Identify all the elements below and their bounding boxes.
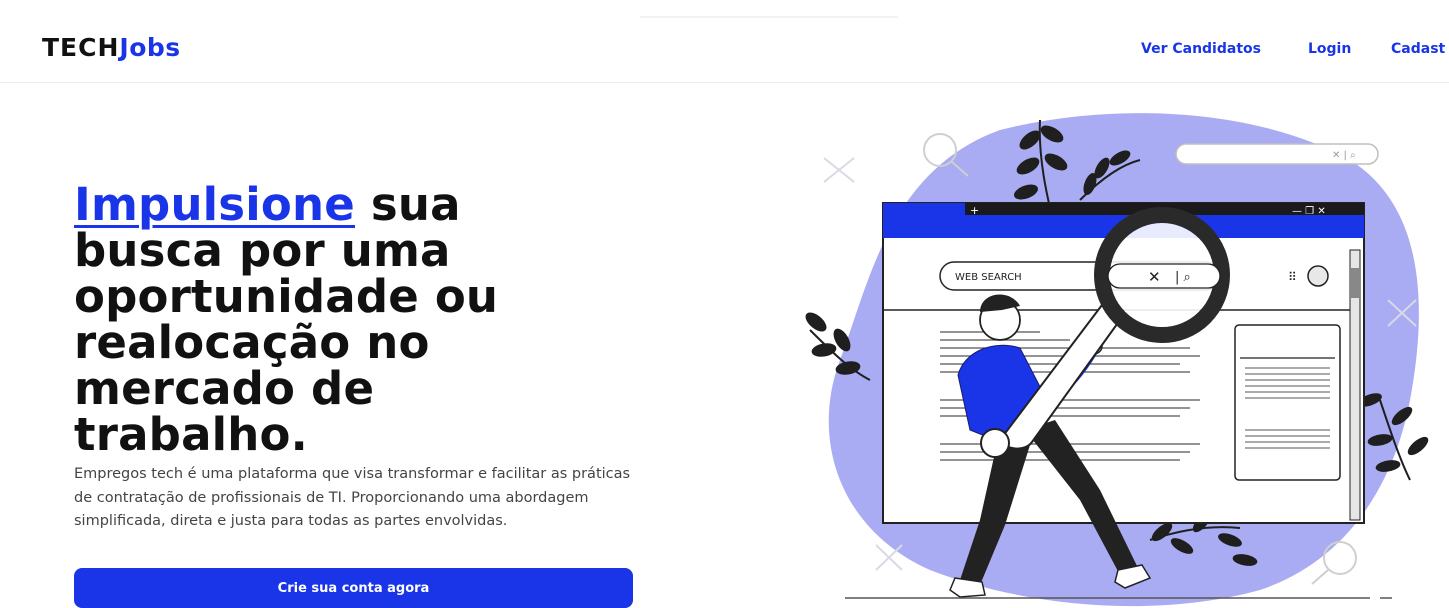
logo-jobs: Jobs xyxy=(119,33,181,62)
window-controls-icon: — ❐ ✕ xyxy=(1292,206,1326,217)
nav-login[interactable]: Login xyxy=(1308,40,1351,58)
lens-close-icon: ✕ xyxy=(1148,268,1161,286)
nav-ver-candidatos[interactable]: Ver Candidatos xyxy=(1141,40,1261,58)
logo-tech: TECH xyxy=(42,33,120,62)
site-header: TECHJobs Ver Candidatos Login Cadast xyxy=(0,0,1449,83)
create-account-button[interactable]: Crie sua conta agora xyxy=(74,568,633,608)
nav-cadastro[interactable]: Cadast xyxy=(1391,40,1445,58)
headline-line-6: trabalho. xyxy=(74,408,308,461)
web-search-label: WEB SEARCH xyxy=(955,272,1022,283)
hero-headline: Impulsione sua busca por uma oportunidad… xyxy=(74,182,674,458)
svg-text:✕ | ⌕: ✕ | ⌕ xyxy=(1332,150,1356,161)
hero-description: Empregos tech é uma plataforma que visa … xyxy=(74,466,631,529)
window-plus-icon: + xyxy=(970,204,979,217)
avatar-circle xyxy=(1307,265,1329,287)
side-panel xyxy=(1234,324,1341,481)
hero-illustration: ✕ | ⌕ + — ❐ ✕ WEB SEARCH ⠿ ✕ | ⌕ xyxy=(805,113,1429,607)
logo[interactable]: TECHJobs xyxy=(42,33,181,63)
decor-search-bar: ✕ | ⌕ xyxy=(1175,143,1379,165)
apps-grid-icon: ⠿ xyxy=(1288,270,1297,284)
lens-search-icon: | ⌕ xyxy=(1175,270,1191,285)
